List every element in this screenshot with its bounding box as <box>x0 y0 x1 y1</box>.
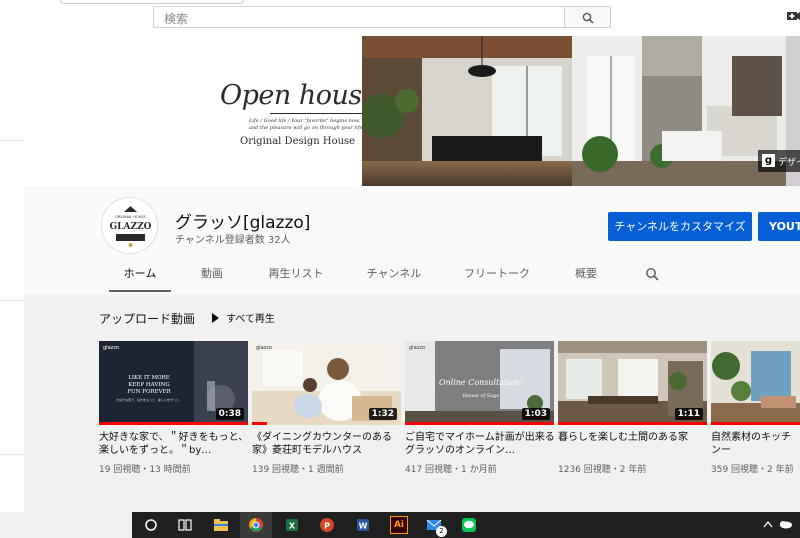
watch-progress <box>711 422 800 425</box>
video-title[interactable]: 暮らしを楽しむ土間のある家 <box>558 431 708 444</box>
task-view-icon[interactable] <box>176 516 194 534</box>
tab-discussion[interactable]: フリートーク <box>458 262 536 292</box>
video-duration: 1:11 <box>674 408 703 420</box>
channel-name: グラッソ[glazzo] <box>175 213 311 233</box>
file-explorer-icon[interactable] <box>212 516 230 534</box>
customize-channel-button[interactable]: チャンネルをカスタマイズ <box>608 212 752 241</box>
banner-photo <box>362 36 786 186</box>
banner-underline <box>270 113 365 114</box>
search-icon <box>582 12 594 24</box>
video-meta: 139 回視聴・1 週間前 <box>252 465 344 475</box>
tab-videos[interactable]: 動画 <box>190 262 234 292</box>
svg-text:X: X <box>289 522 296 531</box>
thumb-logo: glazzo <box>256 345 272 351</box>
banner-subtitle: Original Design House <box>240 136 356 147</box>
tab-channels[interactable]: チャンネル <box>358 262 430 292</box>
chrome-icon[interactable] <box>247 516 265 534</box>
avatar-logo-text: GLAZZO <box>110 222 152 232</box>
search-placeholder: 検索 <box>164 12 189 26</box>
thumb-text-line: FUN FOREVER <box>127 389 171 395</box>
banner-title: Open house <box>220 80 378 111</box>
cortana-icon[interactable] <box>142 516 160 534</box>
channel-search-icon[interactable] <box>645 267 659 281</box>
banner-link-label: デザイ <box>778 158 800 168</box>
svg-text:W: W <box>359 522 368 531</box>
watch-progress <box>99 422 248 425</box>
video-meta: 1236 回視聴・2 年前 <box>558 465 647 475</box>
thumb-text-line: LIKE IT MORE <box>128 375 170 381</box>
illustrator-icon[interactable]: Ai <box>390 516 408 534</box>
video-meta: 19 回視聴・13 時間前 <box>99 465 191 475</box>
play-icon <box>212 313 219 323</box>
glazzo-logo-icon: g <box>762 154 775 167</box>
search-button[interactable] <box>564 6 611 28</box>
video-duration: 1:03 <box>521 408 550 420</box>
banner-tagline-2: and the pleasure will go on through your… <box>249 125 365 131</box>
subscriber-count: チャンネル登録者数 32人 <box>175 235 291 246</box>
thumb-text-jp: 大好きな家で、好きをもっと、楽しいをずっと。 <box>116 397 182 402</box>
excel-icon[interactable]: X <box>283 516 301 534</box>
mail-badge: 2 <box>436 526 447 537</box>
watch-progress <box>405 422 554 425</box>
uploads-section-title: アップロード動画 <box>99 312 196 326</box>
watch-progress <box>558 422 707 425</box>
line-app-icon[interactable] <box>460 516 478 534</box>
video-meta: 417 回視聴・1 か月前 <box>405 465 497 475</box>
video-meta: 359 回視聴・2 年前 <box>711 465 794 475</box>
tab-playlists[interactable]: 再生リスト <box>260 262 332 292</box>
thumb-text-line: Online Consultation! <box>439 378 523 387</box>
word-icon[interactable]: W <box>354 516 372 534</box>
tab-about[interactable]: 概要 <box>566 262 606 292</box>
video-title[interactable]: 自然素材のキッチンー <box>711 431 800 457</box>
channel-avatar[interactable]: ORIGINAL HOUSE GLAZZO <box>101 197 158 254</box>
tray-expand-icon[interactable] <box>763 520 773 528</box>
watch-progress <box>252 422 267 425</box>
powerpoint-icon[interactable]: P <box>318 516 336 534</box>
video-thumbnail[interactable]: glazzo 1:32 <box>252 341 401 425</box>
play-all-button[interactable]: すべて再生 <box>212 310 275 325</box>
video-thumbnail[interactable]: glazzo LIKE IT MORE KEEP HAVING FUN FORE… <box>99 341 248 425</box>
thumb-text-line: House of Sage <box>462 393 500 399</box>
video-thumbnail[interactable]: glazzo Online Consultation! House of Sag… <box>405 341 554 425</box>
video-duration: 1:32 <box>368 408 397 420</box>
onedrive-icon[interactable] <box>777 519 793 529</box>
video-title[interactable]: 大好きな家で、＂好きをもっと、楽しいをずっと。＂by… <box>99 431 249 457</box>
play-all-label: すべて再生 <box>226 314 275 325</box>
video-thumbnail[interactable] <box>711 341 800 425</box>
tab-home[interactable]: ホーム <box>109 262 171 292</box>
dropdown-menu-edge <box>60 0 244 4</box>
video-title[interactable]: ご自宅でマイホーム計画が出来るグラッソのオンライン… <box>405 431 555 457</box>
left-sidebar-edge <box>0 36 24 512</box>
banner-link[interactable]: g デザイ <box>758 150 800 172</box>
video-title[interactable]: 《ダイニングカウンターのある家》菱荘町モデルハウス <box>252 431 402 457</box>
thumb-text-line: KEEP HAVING <box>128 382 169 388</box>
video-thumbnail[interactable]: 1:11 <box>558 341 707 425</box>
thumb-logo: glazzo <box>103 345 119 351</box>
thumb-logo: glazzo <box>409 345 425 351</box>
banner-tagline-1: Life / Good life / Your "favorite" begin… <box>249 118 360 124</box>
svg-text:P: P <box>324 522 330 531</box>
youtube-studio-button[interactable]: YOUTU <box>758 212 800 241</box>
avatar-line-1: ORIGINAL HOUSE <box>115 215 145 219</box>
search-input[interactable]: 検索 <box>153 6 565 28</box>
video-duration: 0:38 <box>215 408 244 420</box>
create-video-icon[interactable] <box>786 9 800 23</box>
